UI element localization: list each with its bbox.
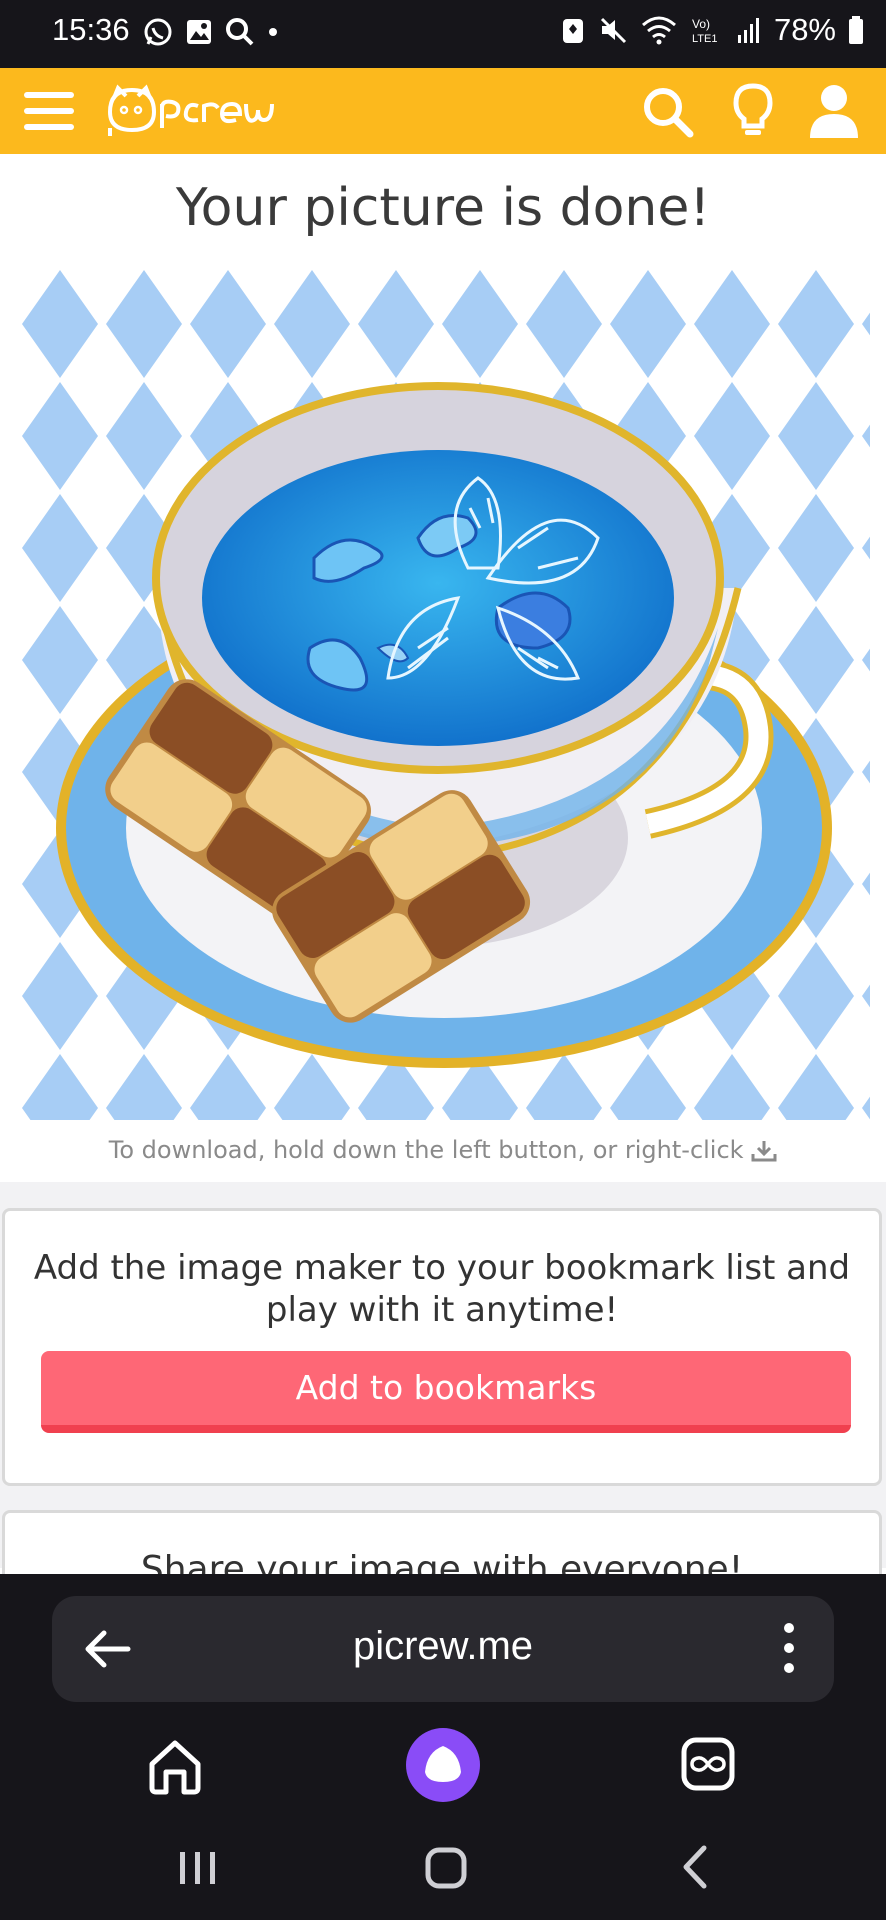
picrew-logo[interactable]	[106, 84, 276, 138]
bookmark-card: Add the image maker to your bookmark lis…	[2, 1208, 882, 1486]
download-hint: To download, hold down the left button, …	[0, 1136, 886, 1164]
whatsapp-icon	[144, 18, 172, 46]
search-icon[interactable]	[640, 84, 696, 140]
status-system-icons: Vo) LTE1 78%	[560, 12, 864, 48]
download-hint-text: To download, hold down the left button, …	[108, 1136, 744, 1164]
page-title: Your picture is done!	[175, 178, 711, 238]
picture-canvas	[18, 268, 870, 1120]
search-icon	[226, 18, 254, 46]
gallery-icon	[187, 20, 211, 44]
dot-icon	[269, 28, 277, 36]
volte-icon: Vo) LTE1	[692, 17, 717, 45]
url-text[interactable]: picrew.me	[52, 1624, 834, 1669]
tabs-icon[interactable]	[680, 1736, 736, 1792]
add-to-bookmarks-button[interactable]: Add to bookmarks	[41, 1351, 851, 1433]
user-icon[interactable]	[806, 82, 862, 140]
status-time: 15:36	[52, 12, 130, 47]
back-icon[interactable]	[678, 1844, 710, 1890]
battery-icon	[849, 16, 863, 44]
battery-percent: 78%	[773, 12, 836, 47]
wifi-icon	[641, 16, 676, 45]
assistant-icon[interactable]	[406, 1728, 480, 1802]
menu-icon[interactable]	[22, 88, 76, 134]
status-notification-icons	[142, 16, 280, 48]
signal-icon	[737, 18, 759, 43]
address-bar[interactable]: picrew.me	[52, 1596, 834, 1702]
browser-bottom-bar: picrew.me	[0, 1574, 886, 1920]
download-icon	[751, 1141, 777, 1162]
svg-text:Vo): Vo)	[692, 17, 710, 31]
generated-picture[interactable]	[18, 268, 870, 1120]
battery-saver-icon	[562, 19, 583, 43]
svg-text:LTE1: LTE1	[692, 33, 717, 45]
bookmark-message: Add the image maker to your bookmark lis…	[33, 1248, 851, 1330]
more-vert-icon[interactable]	[782, 1622, 796, 1674]
lightbulb-icon[interactable]	[730, 82, 776, 140]
recents-icon[interactable]	[178, 1850, 218, 1886]
home-icon[interactable]	[146, 1738, 204, 1796]
mute-icon	[600, 17, 627, 44]
home-button-icon[interactable]	[424, 1846, 468, 1890]
app-header	[0, 68, 886, 154]
status-bar: 15:36 Vo) LTE1 78%	[0, 0, 886, 68]
